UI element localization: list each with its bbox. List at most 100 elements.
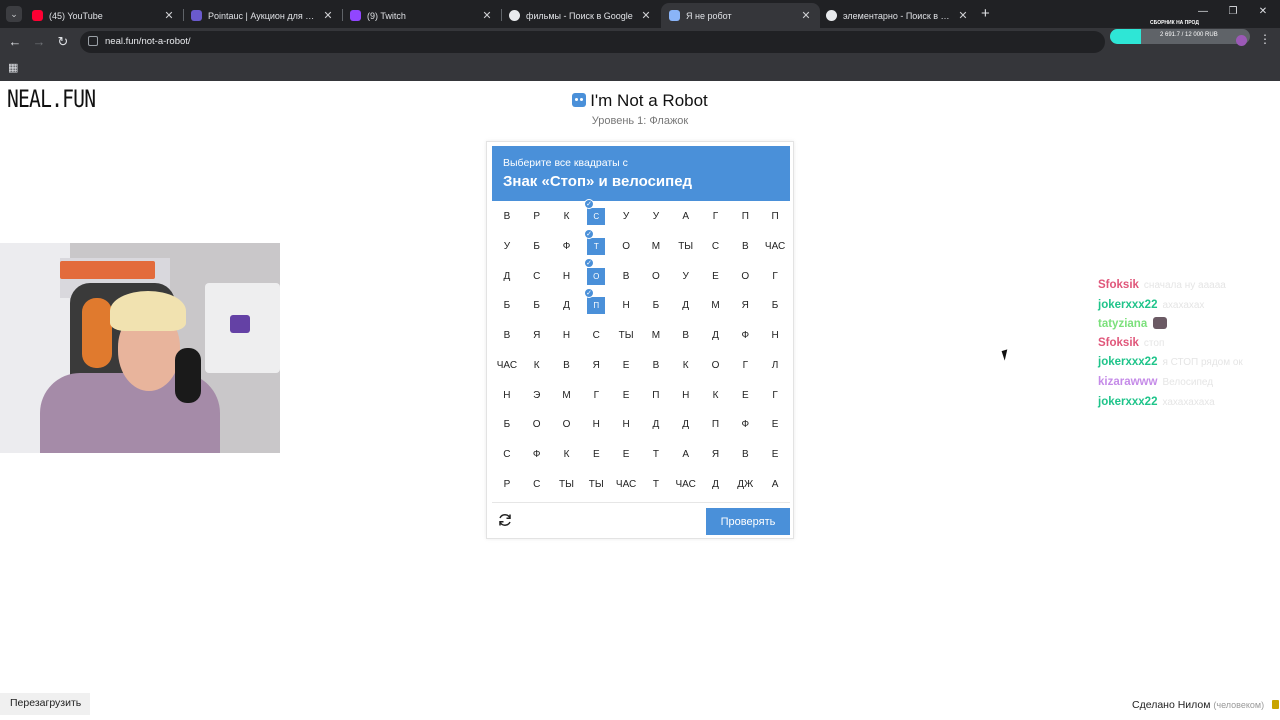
captcha-cell[interactable]: Ф [522, 440, 552, 470]
tab-not-a-robot[interactable]: Я не робот ✕ [661, 3, 820, 28]
captcha-cell[interactable]: К [671, 351, 701, 381]
captcha-cell[interactable]: Б [492, 291, 522, 321]
back-arrow-icon[interactable]: ← [6, 33, 24, 51]
captcha-cell[interactable]: ЧАС [760, 232, 790, 262]
captcha-cell[interactable]: А [671, 202, 701, 232]
captcha-cell[interactable]: ТЫ [552, 469, 582, 499]
captcha-cell[interactable]: Д [641, 410, 671, 440]
captcha-cell[interactable]: В [492, 321, 522, 351]
captcha-cell[interactable]: В [671, 321, 701, 351]
captcha-cell[interactable]: С [522, 469, 552, 499]
captcha-cell[interactable]: Б [522, 291, 552, 321]
captcha-cell[interactable]: Р [522, 202, 552, 232]
captcha-cell[interactable]: Е [701, 261, 731, 291]
site-info-icon[interactable] [88, 36, 98, 46]
credit-text[interactable]: Сделано Нилом [1132, 699, 1210, 711]
captcha-cell[interactable]: Я [701, 440, 731, 470]
reload-icon[interactable]: ↻ [54, 33, 72, 51]
captcha-cell[interactable]: Я [730, 291, 760, 321]
captcha-cell[interactable]: В [611, 261, 641, 291]
captcha-cell[interactable]: ЧАС [611, 469, 641, 499]
captcha-cell[interactable]: О [730, 261, 760, 291]
captcha-cell[interactable]: М [641, 232, 671, 262]
captcha-cell[interactable]: Г [730, 351, 760, 381]
captcha-cell[interactable]: Е [581, 440, 611, 470]
apps-grid-icon[interactable]: ▦ [8, 61, 18, 74]
captcha-cell[interactable]: ТЫ [581, 469, 611, 499]
captcha-cell[interactable]: О [641, 261, 671, 291]
captcha-cell[interactable]: Н [581, 410, 611, 440]
captcha-cell[interactable]: У [611, 202, 641, 232]
captcha-cell[interactable]: Д [671, 291, 701, 321]
close-window-icon[interactable]: ✕ [1256, 6, 1270, 17]
verify-button[interactable]: Проверять [706, 508, 790, 535]
captcha-cell[interactable]: К [701, 380, 731, 410]
captcha-cell[interactable]: В [492, 202, 522, 232]
reload-link[interactable]: Перезагрузить [0, 693, 90, 715]
refresh-icon[interactable] [497, 512, 513, 528]
captcha-cell[interactable]: С [701, 232, 731, 262]
captcha-cell[interactable]: Е [760, 410, 790, 440]
captcha-cell[interactable]: А [760, 469, 790, 499]
captcha-cell[interactable]: В [730, 232, 760, 262]
captcha-cell[interactable]: Ф [730, 410, 760, 440]
captcha-cell[interactable]: О [611, 232, 641, 262]
profile-avatar[interactable] [1236, 35, 1247, 46]
menu-icon[interactable]: ⋮ [1259, 32, 1271, 46]
captcha-cell[interactable]: Н [552, 321, 582, 351]
captcha-cell[interactable]: С [581, 321, 611, 351]
captcha-cell[interactable]: М [552, 380, 582, 410]
captcha-cell[interactable]: ЧАС [671, 469, 701, 499]
minimize-icon[interactable]: — [1196, 6, 1210, 17]
captcha-cell[interactable]: Б [522, 232, 552, 262]
captcha-cell[interactable]: О [701, 351, 731, 381]
captcha-cell[interactable]: Г [760, 261, 790, 291]
captcha-cell[interactable]: О [522, 410, 552, 440]
close-icon[interactable]: ✕ [800, 9, 812, 22]
captcha-cell[interactable]: К [522, 351, 552, 381]
captcha-cell[interactable]: ДЖ [730, 469, 760, 499]
trash-icon[interactable] [1272, 700, 1279, 709]
captcha-cell[interactable]: Д [492, 261, 522, 291]
captcha-cell[interactable]: П [701, 410, 731, 440]
tab-youtube[interactable]: (45) YouTube ✕ [24, 3, 183, 28]
captcha-cell[interactable]: К [552, 202, 582, 232]
captcha-cell[interactable]: Н [671, 380, 701, 410]
captcha-cell[interactable]: Е [611, 380, 641, 410]
captcha-cell[interactable]: В [641, 351, 671, 381]
tab-search-button[interactable]: ⌄ [6, 6, 22, 22]
captcha-cell[interactable]: Т [641, 440, 671, 470]
captcha-cell[interactable]: Г [760, 380, 790, 410]
tab-google-films[interactable]: фильмы - Поиск в Google ✕ [501, 3, 660, 28]
captcha-cell[interactable]: Р [492, 469, 522, 499]
captcha-cell[interactable]: Н [760, 321, 790, 351]
close-icon[interactable]: ✕ [163, 9, 175, 22]
captcha-cell[interactable]: Ф [730, 321, 760, 351]
captcha-cell[interactable]: Г [701, 202, 731, 232]
url-text[interactable]: neal.fun/not-a-robot/ [105, 36, 191, 47]
tab-pointauc[interactable]: Pointauc | Аукцион для стримеров ✕ [183, 3, 342, 28]
captcha-cell[interactable]: Я [581, 351, 611, 381]
captcha-cell[interactable]: У [492, 232, 522, 262]
captcha-cell[interactable]: П [760, 202, 790, 232]
captcha-cell[interactable]: ТЫ [671, 232, 701, 262]
captcha-cell[interactable]: Е [730, 380, 760, 410]
captcha-cell[interactable]: Н [611, 291, 641, 321]
captcha-cell[interactable]: А [671, 440, 701, 470]
captcha-cell[interactable]: О [552, 410, 582, 440]
restore-icon[interactable]: ❐ [1226, 6, 1240, 17]
captcha-cell[interactable]: М [641, 321, 671, 351]
close-icon[interactable]: ✕ [640, 9, 652, 22]
captcha-cell[interactable]: Э [522, 380, 552, 410]
captcha-cell[interactable]: Н [552, 261, 582, 291]
captcha-cell[interactable]: П [730, 202, 760, 232]
captcha-cell[interactable]: У [671, 261, 701, 291]
tab-twitch[interactable]: (9) Twitch ✕ [342, 3, 501, 28]
captcha-cell[interactable]: Я [522, 321, 552, 351]
captcha-cell[interactable]: Н [492, 380, 522, 410]
captcha-cell[interactable]: Д [552, 291, 582, 321]
captcha-cell[interactable]: К [552, 440, 582, 470]
captcha-cell[interactable]: Н [611, 410, 641, 440]
new-tab-button[interactable]: + [981, 5, 995, 22]
captcha-cell[interactable]: Д [671, 410, 701, 440]
